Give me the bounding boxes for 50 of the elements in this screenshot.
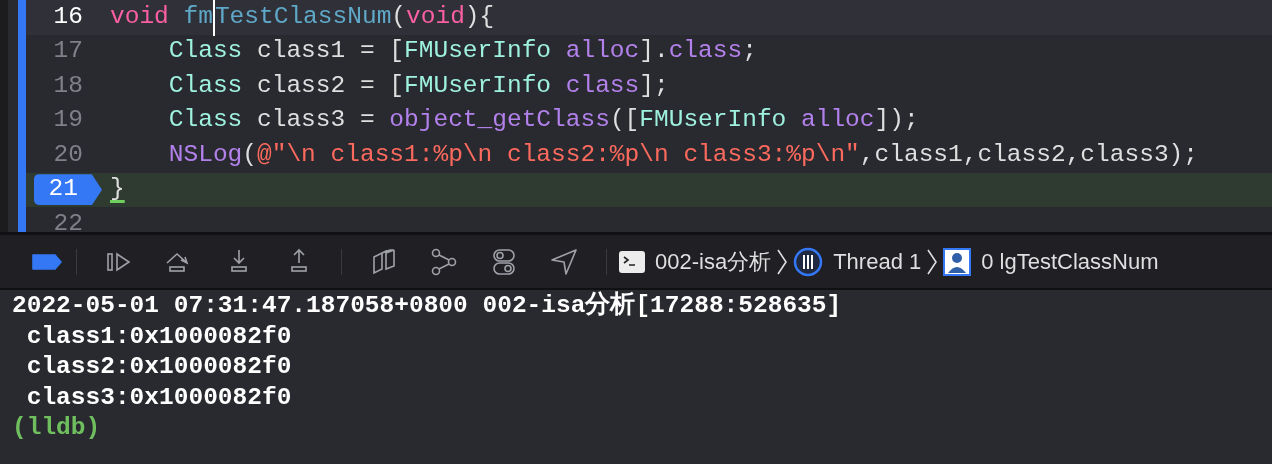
code-token: ; xyxy=(742,36,757,67)
code-token: class xyxy=(668,36,743,67)
thread-icon xyxy=(793,246,824,277)
code-token: ]; xyxy=(639,70,669,101)
code-token: void xyxy=(406,1,465,32)
line-number: 18 xyxy=(53,70,84,101)
console-output: class2:0x1000082f0 xyxy=(25,352,292,382)
current-line-badge: 21 xyxy=(34,174,102,206)
console-output: 2022-05-01 07:31:47.187058+0800 002-isa分析[17288:528635] xyxy=(12,291,842,321)
code-token: @"\n class1:%p\n class2:%p\n class3:%p\n" xyxy=(257,139,860,170)
nodes-icon[interactable] xyxy=(429,246,459,277)
code-token: void xyxy=(110,1,169,32)
line-number: 19 xyxy=(53,105,84,136)
code-token: ){ xyxy=(464,1,495,32)
code-token: alloc xyxy=(801,105,875,136)
console-prompt: (lldb) xyxy=(12,413,101,443)
code-token: class2 = [ xyxy=(257,70,405,101)
code-token: ]. xyxy=(639,36,669,67)
matched-brace: } xyxy=(110,174,125,205)
line-number: 22 xyxy=(53,208,84,232)
code-token: ([ xyxy=(609,105,640,136)
code-token: ( xyxy=(391,1,407,32)
code-token: class xyxy=(565,70,640,101)
code-token: alloc xyxy=(565,36,640,67)
code-token: FMUserInfo xyxy=(639,105,787,136)
code-token: Class xyxy=(168,70,243,101)
line-number: 17 xyxy=(53,36,84,67)
console-output: class1:0x1000082f0 xyxy=(25,321,292,352)
code-token: ( xyxy=(242,139,257,170)
breadcrumb-item[interactable]: 0 lgTestClassNum xyxy=(981,245,1159,278)
terminal-icon xyxy=(619,250,645,273)
code-token: NSLog xyxy=(168,139,243,170)
code-token: class1 = [ xyxy=(257,36,405,67)
code-token: FMUserInfo xyxy=(404,36,552,67)
code-token: TestClassNum xyxy=(214,1,392,32)
person-icon xyxy=(943,247,972,276)
code-token: object_getClass xyxy=(389,105,610,136)
code-token: ,class1,class2,class3); xyxy=(859,139,1198,170)
code-token: FMUserInfo xyxy=(404,70,552,101)
code-token: fm xyxy=(183,0,215,36)
location-arrow-icon[interactable] xyxy=(549,246,579,277)
code-token: Class xyxy=(168,36,243,67)
code-token: Class xyxy=(168,105,243,136)
code-token: class3 = xyxy=(257,105,376,136)
console-output: class3:0x1000082f0 xyxy=(25,382,292,413)
breadcrumb-item[interactable]: 002-isa分析 xyxy=(655,245,772,278)
code-token: ]); xyxy=(874,105,919,136)
line-number: 16 xyxy=(53,1,84,32)
line-number: 20 xyxy=(53,139,84,170)
breadcrumb-item[interactable]: Thread 1 xyxy=(833,245,922,278)
